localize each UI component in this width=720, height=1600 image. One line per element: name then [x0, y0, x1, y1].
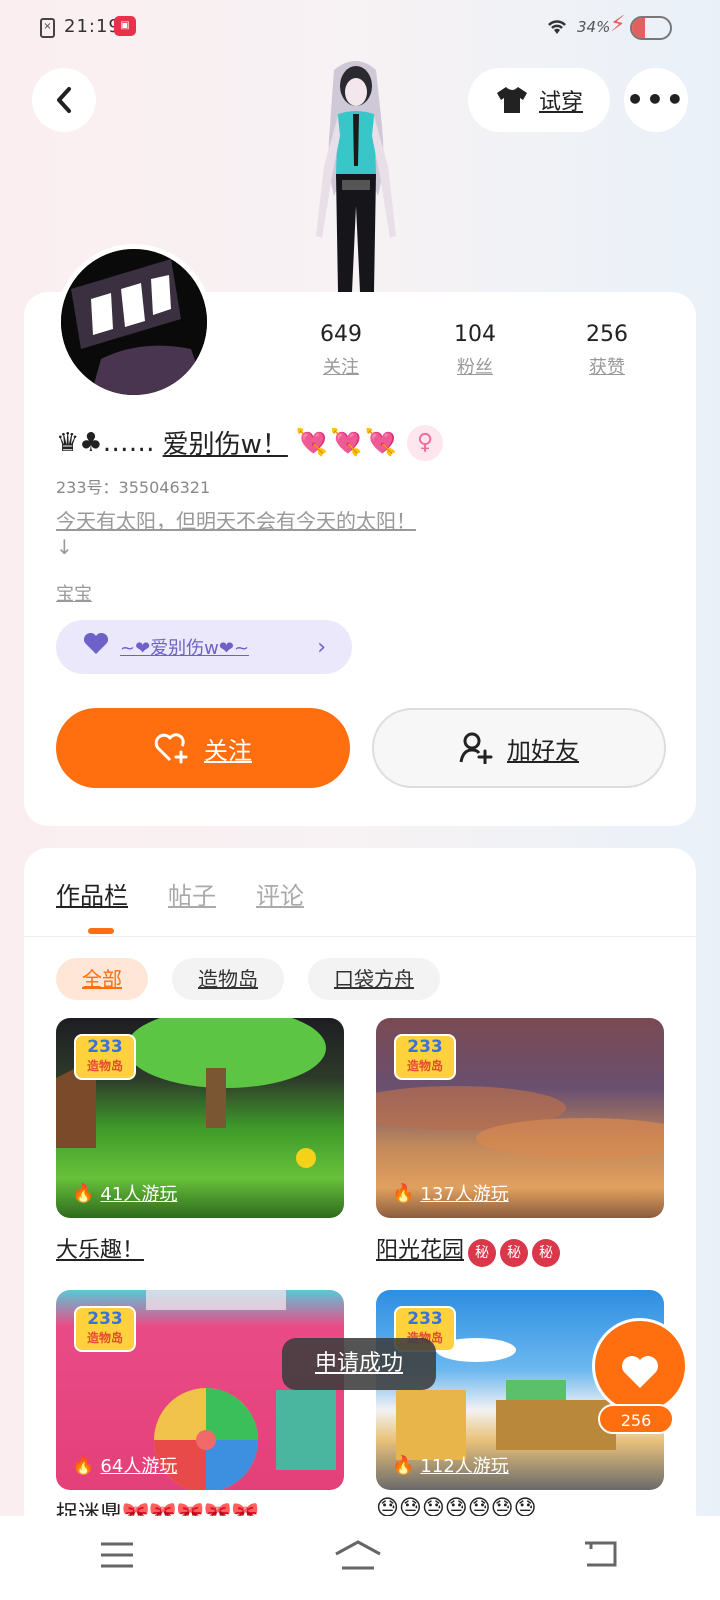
female-gender-icon: ♀: [407, 424, 444, 461]
flame-icon: 🔥: [72, 1454, 95, 1476]
wifi-icon: [545, 16, 569, 41]
avatar[interactable]: [56, 244, 212, 400]
battery-fill: [632, 18, 645, 38]
add-friend-button[interactable]: 加好友: [372, 708, 666, 788]
follow-button[interactable]: 关注: [56, 708, 350, 788]
filter-chips: 全部 造物岛 口袋方舟: [56, 958, 440, 1000]
badge-label: ~❤爱别伤w❤~: [120, 638, 250, 659]
like-count: 256: [598, 1404, 674, 1434]
play-count: 🔥 137人游玩: [392, 1182, 509, 1206]
divider: [24, 936, 696, 937]
tshirt-icon: [496, 87, 527, 113]
more-button[interactable]: •••: [624, 68, 688, 132]
flame-icon: 🔥: [392, 1182, 415, 1204]
zaowudao-logo: 233造物岛: [74, 1306, 136, 1352]
secret-badge: 秘: [500, 1239, 529, 1267]
game-card[interactable]: 233 造物岛 🔥 64人游玩: [56, 1290, 344, 1490]
chevron-left-icon: [57, 87, 71, 113]
badge-pill[interactable]: ~❤爱别伤w❤~ ›: [56, 620, 352, 674]
nickname-prefix: ♛♣……: [56, 427, 155, 458]
filter-pocket-ark[interactable]: 口袋方舟: [308, 958, 440, 1000]
user-id[interactable]: 233号：355046321: [56, 474, 210, 498]
game-title[interactable]: 阳光花园秘秘秘: [376, 1232, 561, 1267]
battery-percent: 34%: [577, 18, 611, 36]
more-dots-icon: •••: [626, 83, 686, 116]
status-time: 21:19: [64, 16, 121, 37]
secret-badge: 秘: [468, 1239, 497, 1267]
secret-badge: 秘: [532, 1239, 561, 1267]
stat-likes-label: 获赞: [589, 357, 625, 378]
back-icon[interactable]: [581, 1538, 621, 1578]
chevron-right-icon: ›: [317, 634, 326, 660]
charging-icon: ⚡: [610, 12, 626, 37]
heart-plus-icon: [154, 733, 188, 764]
tab-comments[interactable]: 评论: [256, 876, 304, 911]
tab-works[interactable]: 作品栏: [56, 876, 128, 911]
works-tabs: 作品栏 帖子 评论: [56, 876, 304, 911]
game-title[interactable]: 😓😓😓😓😓😓😓: [376, 1496, 537, 1516]
heart-icon: [82, 632, 110, 662]
heart-icon: [622, 1355, 658, 1388]
stat-following-value: 649: [320, 322, 362, 347]
menu-icon[interactable]: [99, 1538, 135, 1578]
play-count: 🔥 112人游玩: [392, 1454, 509, 1478]
try-on-label: 试穿: [538, 90, 583, 115]
add-friend-label: 加好友: [507, 736, 579, 765]
stat-following-label: 关注: [323, 357, 359, 378]
play-count: 🔥 64人游玩: [72, 1454, 178, 1478]
stat-likes[interactable]: 256 获赞: [552, 322, 662, 379]
stat-following[interactable]: 649 关注: [286, 322, 396, 379]
stat-fans[interactable]: 104 粉丝: [420, 322, 530, 379]
toast-message: 申请成功: [282, 1338, 436, 1390]
stat-fans-label: 粉丝: [457, 357, 493, 378]
try-on-button[interactable]: 试穿: [468, 68, 610, 132]
game-card[interactable]: 233 造物岛 🔥 137人游玩: [376, 1018, 664, 1218]
avatar-figure[interactable]: [296, 56, 416, 292]
heart-emoji-icons: 💘💘💘: [295, 427, 400, 458]
tab-indicator: [88, 928, 114, 934]
nickname: 爱别伤w！: [162, 430, 288, 460]
like-button[interactable]: [592, 1318, 688, 1414]
game-card[interactable]: 233 造物岛 🔥 41人游玩: [56, 1018, 344, 1218]
bio-line: 今天有太阳，但明天不会有今天的太阳！: [56, 509, 416, 533]
add-user-icon: [459, 732, 493, 764]
sim-icon: ×: [40, 18, 55, 38]
tab-posts[interactable]: 帖子: [168, 876, 216, 911]
system-nav-bar: [0, 1516, 720, 1600]
nickname-row: ♛♣…… 爱别伤w！ 💘💘💘 ♀: [56, 424, 444, 461]
zaowudao-logo: 233造物岛: [74, 1034, 136, 1080]
battery-icon: [630, 16, 672, 40]
flame-icon: 🔥: [72, 1182, 95, 1204]
filter-zaowudao[interactable]: 造物岛: [172, 958, 284, 1000]
filter-all[interactable]: 全部: [56, 958, 148, 1000]
bio: 今天有太阳，但明天不会有今天的太阳！ ↓: [56, 508, 656, 560]
flame-icon: 🔥: [392, 1454, 415, 1476]
follow-label: 关注: [204, 736, 252, 765]
stat-likes-value: 256: [586, 322, 628, 347]
zaowudao-logo: 233造物岛: [394, 1034, 456, 1080]
back-button[interactable]: [32, 68, 96, 132]
game-title[interactable]: 大乐趣！: [56, 1232, 144, 1264]
game-title[interactable]: 捉迷鼎🎀🎀🎀🎀🎀: [56, 1496, 259, 1516]
profile-tag[interactable]: 宝宝: [56, 580, 92, 606]
stat-fans-value: 104: [454, 322, 496, 347]
app-notification-icon: ▣: [114, 16, 136, 36]
bio-arrow: ↓: [56, 535, 73, 559]
play-count: 🔥 41人游玩: [72, 1182, 178, 1206]
home-icon[interactable]: [334, 1538, 382, 1579]
